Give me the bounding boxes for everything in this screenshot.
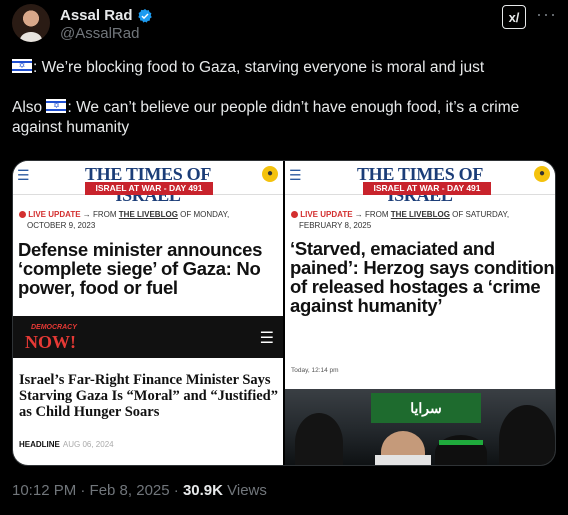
live-date: OCTOBER 9, 2023 bbox=[27, 221, 96, 230]
dn-headline: Israel’s Far-Right Finance Minister Says… bbox=[19, 372, 278, 420]
war-banner: ISRAEL AT WAR - DAY 491 bbox=[363, 182, 491, 195]
war-banner: ISRAEL AT WAR - DAY 491 bbox=[85, 182, 213, 195]
live-dot-icon bbox=[291, 211, 298, 218]
dn-meta: HEADLINE AUG 06, 2024 bbox=[19, 440, 114, 449]
news-photo: سرايا bbox=[285, 389, 555, 465]
democracy-now-logo: DEMOCRACY NOW! bbox=[19, 322, 77, 352]
author-handle[interactable]: @AssalRad bbox=[60, 25, 139, 42]
photo-timestamp: Today, 12:14 pm bbox=[291, 367, 339, 374]
democracy-now-header: DEMOCRACY NOW! ☰ bbox=[13, 316, 283, 358]
dn-logo-text: NOW! bbox=[25, 332, 76, 352]
tweet-line-1-text: : We’re blocking food to Gaza, starving … bbox=[33, 59, 485, 76]
tweet-timestamp[interactable]: 10:12 PM · Feb 8, 2025 · bbox=[12, 482, 183, 499]
live-blog: THE LIVEBLOG bbox=[118, 210, 178, 219]
live-label: LIVE UPDATE bbox=[300, 210, 353, 219]
israel-flag-icon: ✡ bbox=[46, 99, 67, 113]
tweet-line-2-text: : We can’t believe our people didn’t hav… bbox=[12, 99, 520, 136]
more-options-icon[interactable]: ··· bbox=[536, 4, 557, 25]
user-icon: ● bbox=[534, 166, 550, 182]
grok-button[interactable]: x/ bbox=[502, 5, 526, 29]
tweet-footer: 10:12 PM · Feb 8, 2025 · 30.9K Views bbox=[12, 482, 267, 499]
headband bbox=[439, 440, 483, 445]
views-label: Views bbox=[222, 482, 267, 499]
figure bbox=[295, 413, 343, 465]
dn-logo-top: DEMOCRACY bbox=[31, 324, 77, 331]
live-date: FEBRUARY 8, 2025 bbox=[299, 221, 372, 230]
views-count: 30.9K bbox=[182, 482, 223, 499]
media-image-left[interactable]: ☰ THE TIMES OF ISRAEL ISRAEL AT WAR - DA… bbox=[13, 161, 283, 465]
figure bbox=[499, 405, 555, 465]
tweet-line-1: ✡: We’re blocking food to Gaza, starving… bbox=[12, 58, 552, 78]
media-image-right[interactable]: ☰ THE TIMES OF ISRAEL ISRAEL AT WAR - DA… bbox=[285, 161, 555, 465]
tweet-text: ✡: We’re blocking food to Gaza, starving… bbox=[12, 58, 552, 158]
dn-date: AUG 06, 2024 bbox=[62, 440, 114, 449]
tweet-header: Assal Rad @AssalRad x/ ··· bbox=[12, 4, 556, 44]
live-update: LIVE UPDATE → FROM THE LIVEBLOG OF MONDA… bbox=[19, 209, 279, 231]
photo-banner: سرايا bbox=[371, 393, 481, 423]
avatar[interactable] bbox=[12, 4, 50, 42]
author-name-row: Assal Rad bbox=[60, 7, 153, 24]
menu-icon: ☰ bbox=[259, 330, 274, 347]
israel-flag-icon: ✡ bbox=[12, 59, 32, 73]
media-grid: ☰ THE TIMES OF ISRAEL ISRAEL AT WAR - DA… bbox=[12, 160, 556, 466]
menu-icon: ☰ bbox=[289, 167, 302, 183]
tweet-line-2-prefix: Also bbox=[12, 99, 47, 116]
live-from: → FROM bbox=[354, 210, 389, 219]
toi-header: ☰ THE TIMES OF ISRAEL ISRAEL AT WAR - DA… bbox=[285, 161, 555, 205]
verified-badge-icon bbox=[137, 8, 152, 23]
live-from: → FROM bbox=[82, 210, 117, 219]
live-dot-icon bbox=[19, 211, 26, 218]
article-headline: ‘Starved, emaciated and pained’: Herzog … bbox=[290, 238, 555, 316]
live-of: OF SATURDAY, bbox=[452, 210, 510, 219]
figure bbox=[375, 431, 431, 465]
user-icon: ● bbox=[262, 166, 278, 182]
author-name[interactable]: Assal Rad bbox=[60, 7, 133, 24]
tweet-line-2: Also ✡: We can’t believe our people didn… bbox=[12, 98, 552, 138]
live-label: LIVE UPDATE bbox=[28, 210, 81, 219]
menu-icon: ☰ bbox=[17, 167, 30, 183]
live-of: OF MONDAY, bbox=[180, 210, 230, 219]
dn-kicker: HEADLINE bbox=[19, 440, 60, 449]
article-headline: Defense minister announces ‘complete sie… bbox=[18, 239, 263, 298]
live-blog: THE LIVEBLOG bbox=[390, 210, 450, 219]
live-update: LIVE UPDATE → FROM THE LIVEBLOG OF SATUR… bbox=[291, 209, 551, 231]
toi-header: ☰ THE TIMES OF ISRAEL ISRAEL AT WAR - DA… bbox=[13, 161, 283, 205]
